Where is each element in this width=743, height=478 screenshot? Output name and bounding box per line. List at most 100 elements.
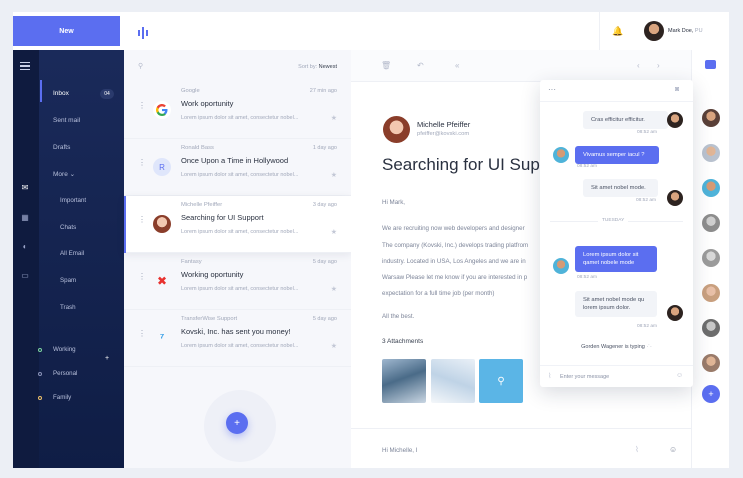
add-contact-button[interactable]: + (702, 385, 720, 403)
mail-preview: Lorem ipsum dolor sit amet, consectetur … (181, 229, 299, 235)
sort-control[interactable]: Sort by: Newest (298, 64, 337, 70)
avatar (667, 112, 683, 128)
sidebar-item-drafts[interactable]: Drafts (53, 144, 70, 151)
star-icon[interactable]: ★ (331, 285, 337, 293)
user-bar: 🔔 Mark Doe, PU (599, 12, 729, 50)
user-suffix: PU (694, 28, 703, 34)
list-item[interactable]: ⋮ Michelle Pfeiffer 3 day ago Searching … (124, 196, 351, 253)
emoji-icon[interactable]: ☺ (669, 445, 677, 454)
sender-email: pfeiffer@kovski.com (417, 131, 470, 137)
working-dot (38, 348, 42, 352)
list-item[interactable]: ⋮ ⁷ TransferWise Support 5 day ago Kovsk… (124, 310, 351, 367)
list-item[interactable]: ⋮ R Ronald Bass 1 day ago Once Upon a Ti… (124, 139, 351, 196)
attach-icon[interactable]: ⌇ (548, 372, 551, 380)
reply-icon[interactable]: ↶ (417, 61, 424, 70)
chat-icon[interactable] (705, 60, 716, 69)
sidebar-item-inbox[interactable]: Inbox (53, 90, 69, 97)
message-time: 08:52 am (577, 164, 598, 169)
more-icon[interactable]: ··· (548, 85, 556, 94)
list-item[interactable]: ⋮ ✖ Fantasy 5 day ago Working oportunity… (124, 253, 351, 310)
compose-halo: + (204, 390, 276, 462)
drag-handle-icon[interactable]: ⋮ (138, 273, 146, 281)
drag-handle-icon[interactable]: ⋮ (138, 330, 146, 338)
message-time: 08:52 am (637, 130, 658, 135)
user-name[interactable]: Mark Doe, PU (668, 28, 703, 34)
sidebar-item-more[interactable]: More ⌄ (53, 170, 75, 178)
mail-from: Google (181, 88, 200, 94)
chat-input[interactable]: ⌇ Enter your message ☺ (540, 365, 693, 387)
star-icon[interactable]: ★ (331, 342, 337, 350)
family-dot (38, 396, 42, 400)
avatar (667, 305, 683, 321)
list-toolbar: ⚲ Sort by: Newest (124, 50, 351, 82)
contact-avatar[interactable] (702, 354, 720, 372)
drag-handle-icon[interactable]: ⋮ (138, 216, 146, 224)
trash-icon[interactable]: 🗑 (381, 61, 391, 70)
mail-subject: Searching for UI Support (181, 213, 264, 222)
menu-icon[interactable] (20, 62, 30, 72)
mail-icon[interactable]: ✉ (20, 182, 30, 192)
sidebar-item-sent[interactable]: Sent mail (53, 117, 80, 124)
contact-avatar[interactable] (702, 109, 720, 127)
mail-subject: Work oportunity (181, 99, 234, 108)
prev-icon[interactable]: ‹ (637, 61, 640, 70)
reply-bar[interactable]: Hi Michelle, I ⌇ ☺ (351, 428, 691, 468)
sidebar-sub-chats[interactable]: Chats (60, 224, 76, 231)
zoom-icon[interactable]: ⚲ (479, 359, 523, 403)
sidebar-sub-spam[interactable]: Spam (60, 277, 76, 284)
label-personal[interactable]: Personal (53, 370, 77, 377)
search-icon[interactable]: ⚲ (138, 62, 143, 70)
message-time: 08:52 am (636, 198, 657, 203)
star-icon[interactable]: ★ (331, 114, 337, 122)
message-time: 08:52 am (577, 275, 598, 280)
grid-icon[interactable]: ▦ (20, 212, 30, 222)
contact-avatar[interactable] (702, 214, 720, 232)
mail-preview: Lorem ipsum dolor sit amet, consectetur … (181, 115, 299, 121)
emoji-icon[interactable]: ☺ (676, 372, 683, 379)
icon-rail: ✉ ▦ ◐ ▭ (13, 50, 39, 468)
contact-avatar[interactable] (702, 249, 720, 267)
user-name-text: Mark Doe, (668, 28, 694, 34)
avatar: R (153, 158, 171, 176)
list-item[interactable]: ⋮ Google 27 min ago Work oportunity Lore… (124, 82, 351, 139)
next-icon[interactable]: › (657, 61, 660, 70)
bell-icon[interactable]: 🔔 (612, 26, 623, 37)
reply-all-icon[interactable]: « (455, 61, 459, 70)
reply-input[interactable]: Hi Michelle, I (382, 447, 417, 454)
mail-subject: Kovski, Inc. has sent you money! (181, 327, 291, 336)
chat-message: Sit amet nobel mode. (583, 179, 658, 197)
drag-handle-icon[interactable]: ⋮ (138, 159, 146, 167)
contact-avatar[interactable] (702, 319, 720, 337)
camera-icon[interactable]: ◙ (675, 86, 679, 93)
drag-handle-icon[interactable]: ⋮ (138, 102, 146, 110)
calendar-icon[interactable]: ▭ (20, 270, 30, 280)
attachments-label: 3 Attachments (382, 338, 424, 345)
label-working[interactable]: Working (53, 346, 76, 353)
add-label-icon[interactable]: + (105, 355, 109, 362)
inbox-badge: 04 (100, 89, 114, 99)
attachment-thumbnail[interactable] (431, 359, 475, 403)
mail-line: expectation for a full time job (per mon… (382, 290, 495, 297)
avatar[interactable] (644, 21, 664, 41)
mail-app: New ✉ ▦ ◐ ▭ Inbox 04 Sent mail Drafts Mo… (13, 12, 729, 468)
attachment-thumbnail[interactable] (382, 359, 426, 403)
sidebar-sub-important[interactable]: Important (60, 197, 86, 204)
avatar (667, 190, 683, 206)
sidebar-sub-all-email[interactable]: All Email (60, 250, 84, 257)
compose-button[interactable]: + (226, 412, 248, 434)
mail-preview: Lorem ipsum dolor sit amet, consectetur … (181, 343, 299, 349)
new-button[interactable]: New (13, 16, 120, 46)
fantasy-logo-icon: ✖ (156, 274, 168, 288)
contact-avatar[interactable] (702, 179, 720, 197)
star-icon[interactable]: ★ (331, 171, 337, 179)
compass-icon[interactable]: ◐ (20, 241, 30, 251)
star-icon[interactable]: ★ (331, 228, 337, 236)
mail-greeting: Hi Mark, (382, 199, 406, 206)
sender-name: Michelle Pfeiffer (417, 120, 471, 129)
mail-line: We are recruiting now web developers and… (382, 225, 525, 232)
label-family[interactable]: Family (53, 394, 71, 401)
contact-avatar[interactable] (702, 144, 720, 162)
contact-avatar[interactable] (702, 284, 720, 302)
sidebar-sub-trash[interactable]: Trash (60, 304, 76, 311)
attach-icon[interactable]: ⌇ (635, 445, 639, 454)
